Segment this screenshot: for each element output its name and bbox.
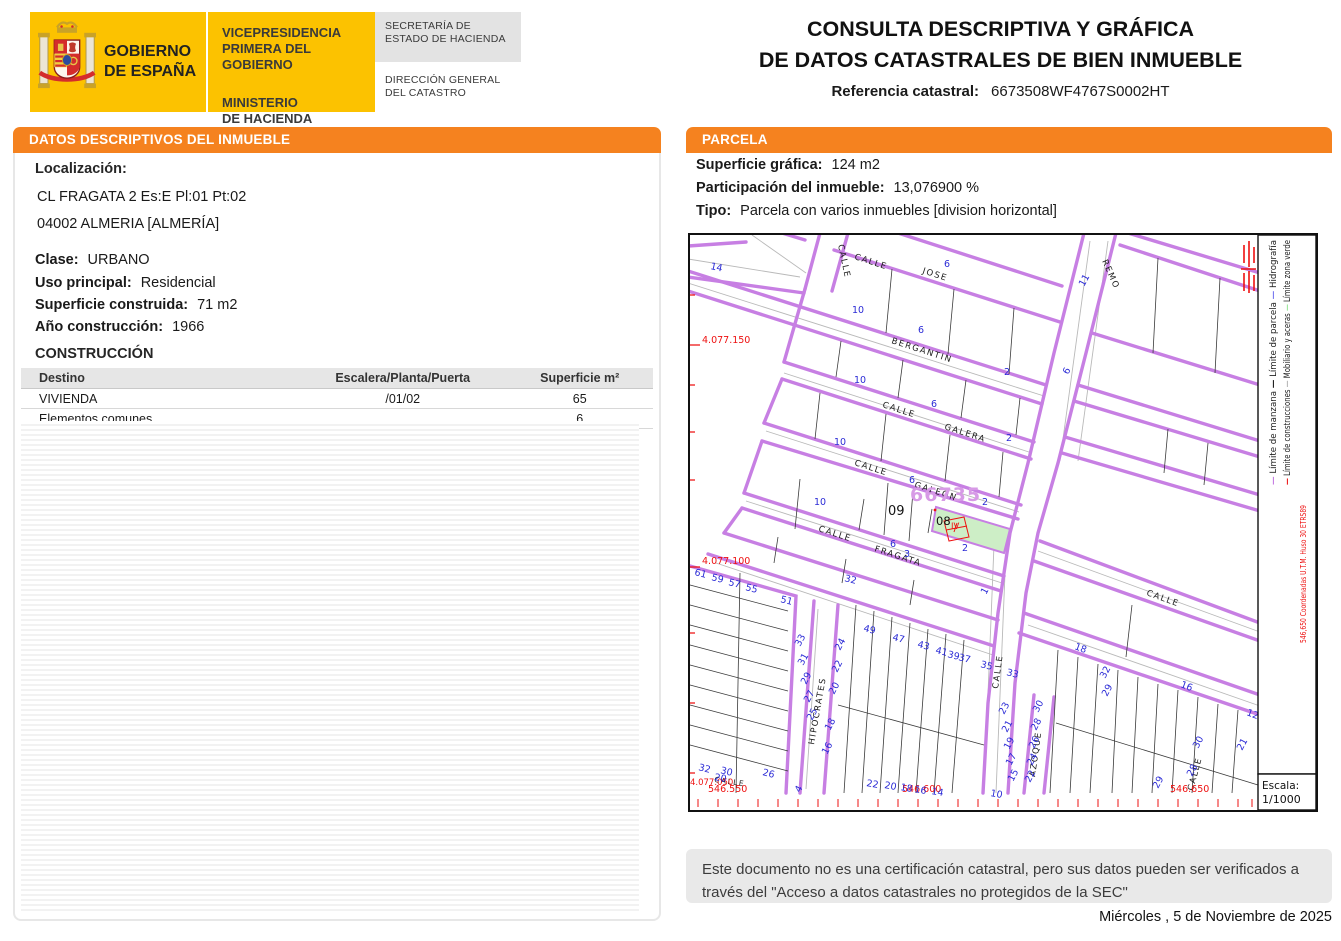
- superficie-grafica-value: 124 m2: [832, 157, 880, 173]
- map-label: 10: [989, 788, 1003, 801]
- datos-descriptivos-header: DATOS DESCRIPTIVOS DEL INMUEBLE: [13, 127, 661, 153]
- clase-value: URBANO: [88, 252, 150, 268]
- map-label: 10: [854, 375, 866, 386]
- utm-coordinates-note: 546,650 Coordenadas U.T.M. Huso 30 ETRS8…: [1299, 505, 1308, 643]
- address-line2: 04002 ALMERIA [ALMERÍA]: [37, 216, 219, 232]
- field-uso-principal: Uso principal: Residencial: [35, 275, 216, 291]
- field-superficie-construida: Superficie construida: 71 m2: [35, 297, 237, 313]
- cell-escalera: /01/02: [299, 389, 506, 409]
- field-clase: Clase: URBANO: [35, 252, 150, 268]
- referencia-catastral: Referencia catastral: 6673508WF4767S0002H…: [660, 83, 1341, 100]
- uso-label: Uso principal:: [35, 275, 132, 291]
- map-label: 16: [913, 784, 927, 797]
- map-label: 2: [962, 543, 968, 554]
- map-label: 6: [931, 399, 937, 410]
- escala-label: Escala:: [1262, 780, 1299, 792]
- document-title-line1: CONSULTA DESCRIPTIVA Y GRÁFICA: [660, 14, 1341, 45]
- escala-value: 1/1000: [1262, 793, 1301, 806]
- cell-superficie: 65: [506, 389, 653, 409]
- map-label: 10: [852, 305, 864, 316]
- document-title-line2: DE DATOS CATASTRALES DE BIEN INMUEBLE: [660, 45, 1341, 76]
- participacion-value: 13,076900 %: [894, 180, 979, 196]
- secretaria-label: SECRETARÍA DE ESTADO DE HACIENDA: [385, 20, 511, 46]
- spain-coat-of-arms-icon: [38, 19, 96, 106]
- map-label: 6: [909, 475, 915, 486]
- map-label: 09: [888, 504, 905, 519]
- col-destino: Destino: [21, 368, 299, 389]
- document-title-block: CONSULTA DESCRIPTIVA Y GRÁFICA DE DATOS …: [660, 14, 1341, 100]
- document-date: Miércoles , 5 de Noviembre de 2025: [686, 909, 1332, 925]
- field-superficie-grafica: Superficie gráfica: 124 m2: [696, 157, 880, 173]
- map-label: 546.550: [708, 784, 747, 795]
- logo-ministerio-box: VICEPRESIDENCIA PRIMERA DEL GOBIERNO MIN…: [208, 12, 375, 112]
- referencia-value: 6673508WF4767S0002HT: [991, 83, 1169, 100]
- logo-gobierno-box: GOBIERNO DE ESPAÑA: [30, 12, 206, 112]
- ano-label: Año construcción:: [35, 319, 163, 335]
- legend-column: — Límite de construcciones — Mobiliario …: [1282, 240, 1292, 485]
- ano-value: 1966: [172, 319, 204, 335]
- map-label: 10: [814, 497, 826, 508]
- map-label: IV: [951, 522, 960, 532]
- ministerio-label: MINISTERIO DE HACIENDA: [222, 95, 375, 127]
- clase-label: Clase:: [35, 252, 79, 268]
- direccion-catastro-label: DIRECCIÓN GENERAL DEL CATASTRO: [385, 74, 511, 100]
- map-label: 18: [899, 782, 913, 795]
- map-label: 22: [865, 778, 879, 791]
- construccion-table: Destino Escalera/Planta/Puerta Superfici…: [21, 368, 653, 429]
- superficie-label: Superficie construida:: [35, 297, 188, 313]
- map-label: 6: [944, 259, 950, 270]
- map-label: 6: [918, 325, 924, 336]
- address-line1: CL FRAGATA 2 Es:E Pl:01 Pt:02: [37, 189, 246, 205]
- superficie-grafica-label: Superficie gráfica:: [696, 157, 823, 173]
- map-label: 14: [930, 786, 944, 799]
- map-label: 546.650: [1170, 784, 1209, 795]
- table-header-row: Destino Escalera/Planta/Puerta Superfici…: [21, 368, 653, 389]
- field-tipo: Tipo: Parcela con varios inmuebles [divis…: [696, 203, 1057, 219]
- map-label: 20: [883, 780, 897, 793]
- field-ano-construccion: Año construcción: 1966: [35, 319, 204, 335]
- col-superficie: Superficie m²: [506, 368, 653, 389]
- map-label: 2: [982, 497, 988, 508]
- secretaria-box: SECRETARÍA DE ESTADO DE HACIENDA DIRECCI…: [375, 12, 521, 112]
- uso-value: Residencial: [141, 275, 216, 291]
- map-label: 6: [890, 539, 896, 550]
- parcela-header: PARCELA: [686, 127, 1332, 153]
- map-label: 2: [1004, 367, 1010, 378]
- construccion-title: CONSTRUCCIÓN: [35, 346, 153, 362]
- cell-destino: VIVIENDA: [21, 389, 299, 409]
- cadastral-document-page: { "header": { "logo": { "gobierno_line1"…: [0, 0, 1341, 941]
- disclaimer-note: Este documento no es una certificación c…: [686, 849, 1332, 903]
- map-label: 2: [1006, 433, 1012, 444]
- gobierno-espana-label: GOBIERNO DE ESPAÑA: [104, 42, 196, 82]
- table-row: VIVIENDA /01/02 65: [21, 389, 653, 409]
- map-label: 66735: [910, 484, 981, 506]
- map-label: 4.077.150: [702, 335, 750, 346]
- legend-column: — Límite de manzana — Límite de parcela …: [1268, 240, 1278, 485]
- participacion-label: Participación del inmueble:: [696, 180, 885, 196]
- col-escalera: Escalera/Planta/Puerta: [299, 368, 506, 389]
- map-label: 08: [936, 514, 951, 528]
- localizacion-label: Localización:: [35, 161, 127, 177]
- tipo-label: Tipo:: [696, 203, 731, 219]
- map-label: 10: [834, 437, 846, 448]
- map-label: 3: [904, 549, 910, 560]
- superficie-value: 71 m2: [197, 297, 237, 313]
- tipo-value: Parcela con varios inmuebles [division h…: [740, 203, 1057, 219]
- vicepresidencia-label: VICEPRESIDENCIA PRIMERA DEL GOBIERNO: [222, 25, 375, 73]
- referencia-label: Referencia catastral:: [831, 83, 979, 100]
- map-label: 4.077.100: [702, 556, 750, 567]
- field-participacion: Participación del inmueble: 13,076900 %: [696, 180, 979, 196]
- empty-table-rows: [21, 421, 639, 911]
- cadastral-map: CALLECALLEJOSEBERGANTINCALLEGALERACALLEG…: [688, 233, 1318, 812]
